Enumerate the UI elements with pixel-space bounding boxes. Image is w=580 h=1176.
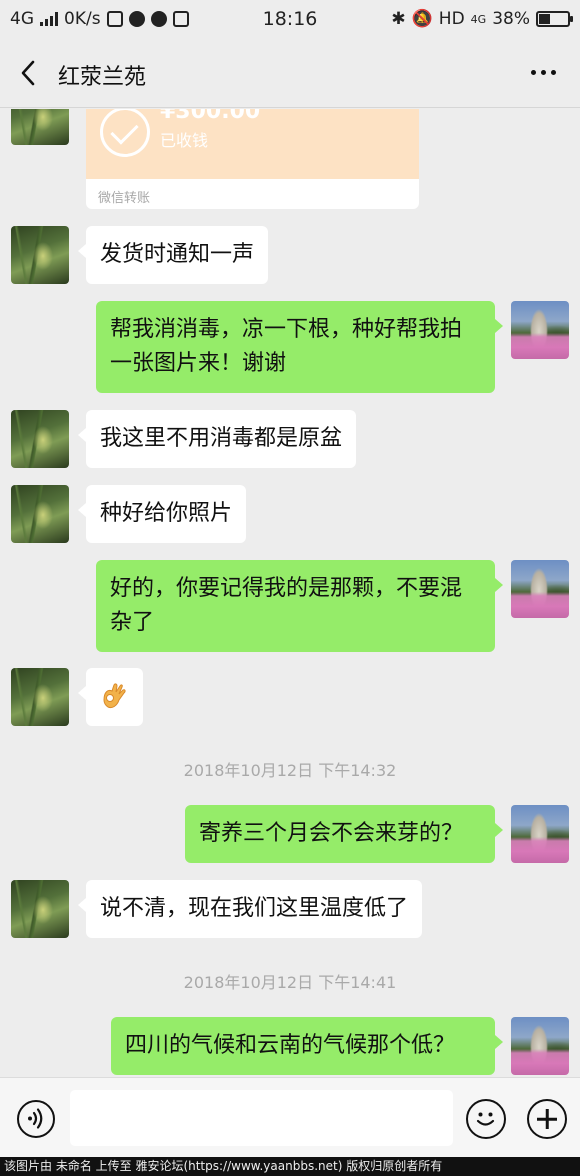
- my-avatar[interactable]: [511, 805, 569, 863]
- chat-message-list[interactable]: ¥300.00 已收钱 微信转账 发货时通知一声 帮我消消毒，凉一下根，种好帮我…: [0, 109, 580, 1077]
- mute-bell-icon: 🔕: [411, 9, 433, 29]
- more-dot-icon: [551, 70, 556, 75]
- voice-input-button[interactable]: [17, 1100, 55, 1138]
- more-dot-icon: [541, 70, 546, 75]
- transfer-amount: ¥300.00: [160, 109, 261, 124]
- emoji-button[interactable]: [466, 1099, 506, 1139]
- chevron-left-icon: [21, 60, 35, 86]
- contact-avatar[interactable]: [11, 109, 69, 145]
- contact-avatar[interactable]: [11, 226, 69, 284]
- message-bubble-sent[interactable]: 帮我消消毒，凉一下根，种好帮我拍一张图片来！谢谢: [96, 301, 503, 393]
- message-bubble-sent[interactable]: 好的，你要记得我的是那颗，不要混杂了: [96, 560, 503, 652]
- message-bubble-received[interactable]: 说不清，现在我们这里温度低了: [77, 880, 423, 938]
- chat-title: 红荥兰苑: [58, 65, 147, 90]
- status-right: ✱ 🔕 HD 4G 38%: [391, 9, 573, 29]
- battery-fill: [539, 14, 550, 24]
- message-timestamp: 2018年10月12日 下午14:32: [183, 761, 397, 780]
- wechat-transfer-card[interactable]: ¥300.00 已收钱 微信转账: [86, 109, 419, 209]
- back-button[interactable]: [14, 58, 44, 88]
- battery-percent: 38%: [492, 9, 530, 29]
- message-bubble-received[interactable]: [78, 668, 143, 726]
- transfer-footer: 微信转账: [98, 191, 151, 206]
- contact-avatar[interactable]: [11, 668, 69, 726]
- transfer-status: 已收钱: [160, 131, 209, 150]
- message-timestamp: 2018年10月12日 下午14:41: [183, 973, 397, 992]
- chat-header: 红荥兰苑: [0, 40, 580, 108]
- watermark-text: 该图片由 未命名 上传至 雅安论坛(https://www.yaanbbs.ne…: [0, 1157, 580, 1176]
- message-bubble-sent[interactable]: 四川的气候和云南的气候那个低？: [111, 1017, 503, 1075]
- my-avatar[interactable]: [511, 560, 569, 618]
- status-bar: 4G 0K/s 18:16 ✱ 🔕 HD 4G 38%: [0, 0, 580, 40]
- message-bubble-sent[interactable]: 寄养三个月会不会来芽的？: [185, 805, 503, 863]
- more-functions-plus-button[interactable]: [527, 1099, 567, 1139]
- message-text-input[interactable]: [70, 1090, 453, 1146]
- more-options-button[interactable]: [531, 70, 556, 75]
- hd-label: HD: [438, 9, 465, 29]
- my-avatar[interactable]: [511, 301, 569, 359]
- contact-avatar[interactable]: [11, 485, 69, 543]
- chat-input-bar: [0, 1077, 580, 1157]
- battery-icon: [536, 11, 573, 27]
- message-bubble-received[interactable]: 我这里不用消毒都是原盆: [77, 410, 357, 468]
- my-avatar[interactable]: [511, 1017, 569, 1075]
- check-circle-icon: [100, 109, 150, 157]
- voice-icon: [28, 1108, 43, 1129]
- more-dot-icon: [531, 70, 536, 75]
- smiley-icon: [476, 1112, 495, 1126]
- contact-avatar[interactable]: [11, 410, 69, 468]
- ok-hand-emoji-icon: [103, 683, 126, 709]
- message-bubble-received[interactable]: 种好给你照片: [77, 485, 247, 543]
- contact-avatar[interactable]: [11, 880, 69, 938]
- message-bubble-received[interactable]: 发货时通知一声: [77, 226, 269, 284]
- net-type-label: 4G: [470, 12, 487, 26]
- bluetooth-icon: ✱: [391, 9, 406, 29]
